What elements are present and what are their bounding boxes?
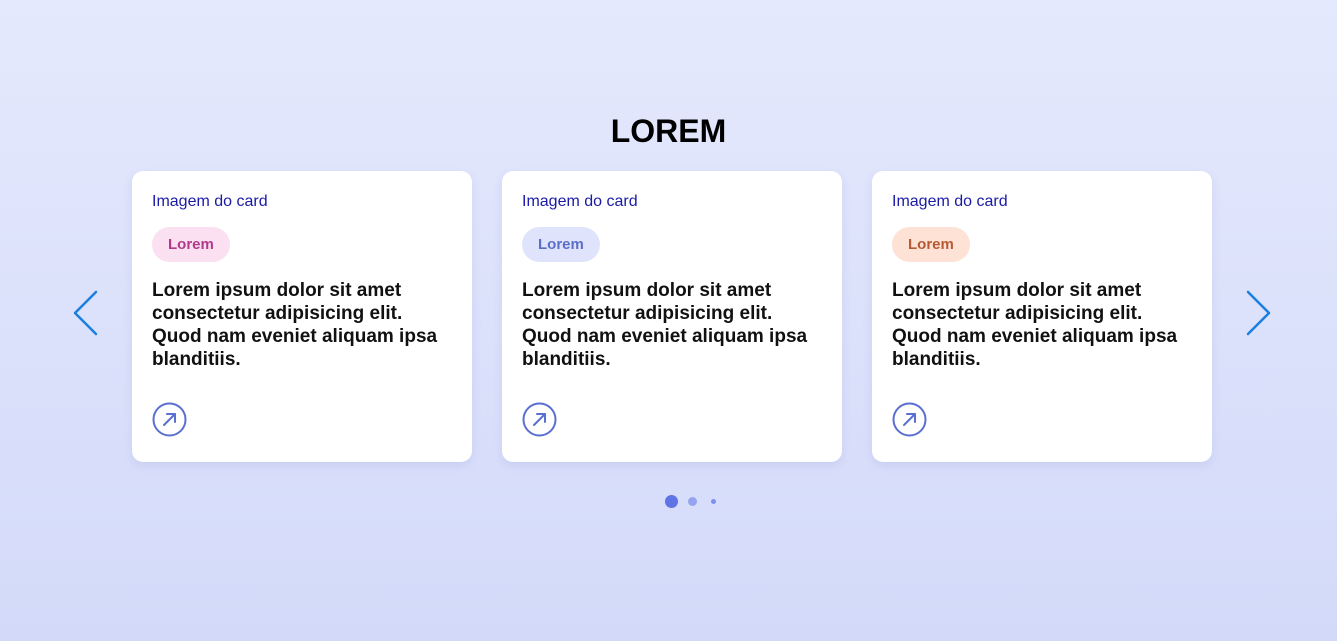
chevron-left-icon: [73, 290, 98, 336]
card-image-alt: Imagem do card: [522, 193, 638, 210]
card-tag: Lorem: [522, 227, 600, 262]
chevron-right-icon: [1246, 290, 1271, 336]
card-text: Lorem ipsum dolor sit amet consectetur a…: [152, 280, 438, 370]
card: Imagem do card Lorem Lorem ipsum dolor s…: [132, 171, 472, 462]
pagination-dot-active[interactable]: [665, 495, 678, 508]
card-image: Imagem do card: [892, 191, 1192, 212]
card-carousel: Imagem do card Lorem Lorem ipsum dolor s…: [132, 171, 1212, 462]
carousel-pagination: [665, 495, 725, 509]
pagination-dot[interactable]: [711, 499, 716, 504]
carousel-next-button[interactable]: [1243, 289, 1273, 337]
card-tag: Lorem: [892, 227, 970, 262]
card: Imagem do card Lorem Lorem ipsum dolor s…: [502, 171, 842, 462]
card-image: Imagem do card: [152, 191, 452, 212]
card-link-button[interactable]: [152, 402, 187, 437]
card-image-alt: Imagem do card: [152, 193, 268, 210]
pagination-dot[interactable]: [688, 497, 697, 506]
card-text: Lorem ipsum dolor sit amet consectetur a…: [892, 280, 1178, 370]
arrow-up-right-icon: [522, 402, 557, 437]
card-text: Lorem ipsum dolor sit amet consectetur a…: [522, 280, 808, 370]
card: Imagem do card Lorem Lorem ipsum dolor s…: [872, 171, 1212, 462]
card-image: Imagem do card: [522, 191, 822, 212]
arrow-up-right-icon: [892, 402, 927, 437]
section-title: LOREM: [610, 113, 727, 149]
card-link-button[interactable]: [892, 402, 927, 437]
card-image-alt: Imagem do card: [892, 193, 1008, 210]
card-tag: Lorem: [152, 227, 230, 262]
card-link-button[interactable]: [522, 402, 557, 437]
carousel-prev-button[interactable]: [71, 289, 101, 337]
arrow-up-right-icon: [152, 402, 187, 437]
